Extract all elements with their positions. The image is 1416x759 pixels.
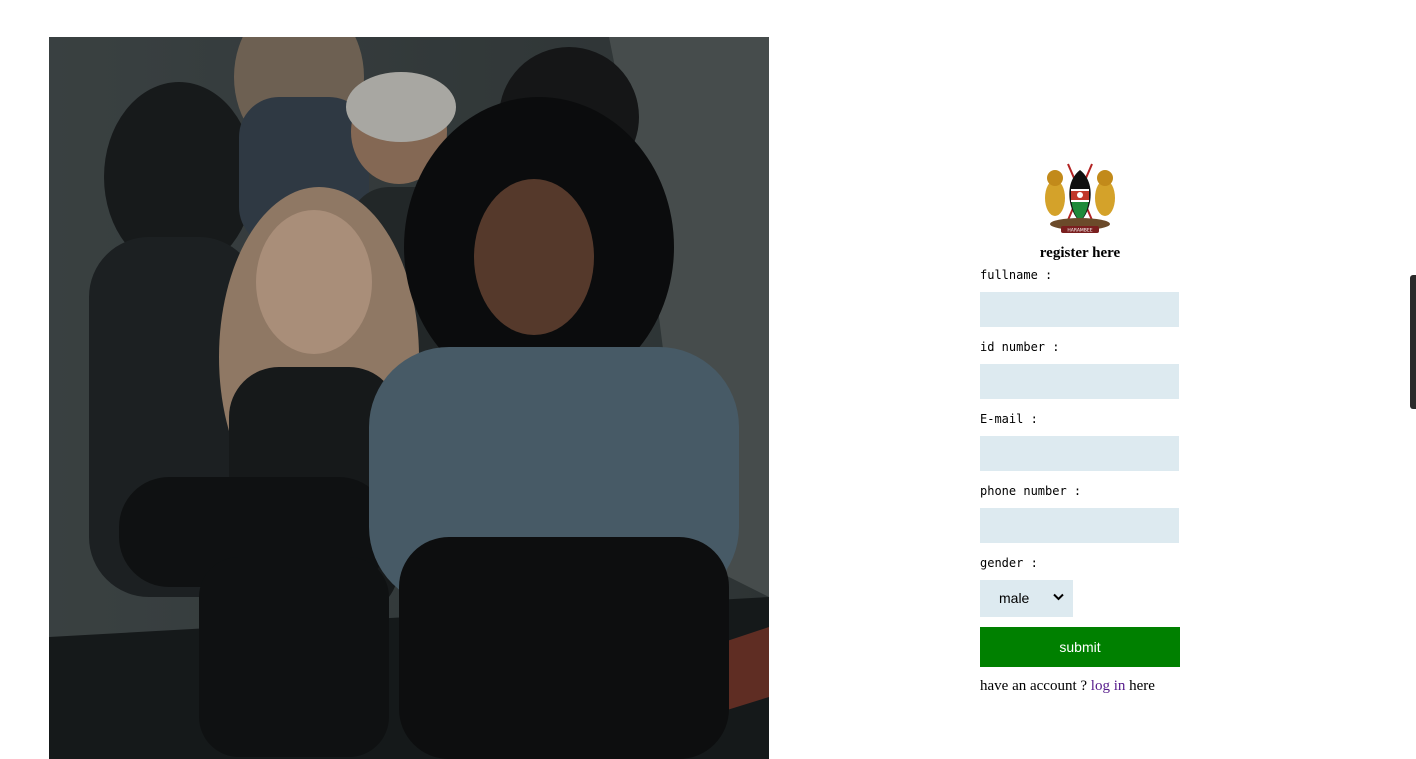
gender-label: gender : bbox=[980, 556, 1038, 570]
email-input[interactable] bbox=[980, 436, 1179, 471]
emblem-motto: HARAMBEE bbox=[1067, 228, 1092, 234]
login-prompt-suffix: here bbox=[1125, 678, 1155, 694]
form-title: register here bbox=[1039, 245, 1121, 261]
hero-photo-illustration bbox=[49, 37, 769, 759]
gender-select[interactable]: male bbox=[980, 580, 1073, 617]
fullname-label: fullname : bbox=[980, 268, 1053, 282]
gender-selected-value: male bbox=[999, 590, 1030, 606]
phone-number-input[interactable] bbox=[980, 508, 1179, 543]
login-link[interactable]: log in bbox=[1091, 678, 1126, 694]
fullname-input[interactable] bbox=[980, 292, 1179, 327]
id-number-label: id number : bbox=[980, 340, 1060, 354]
login-prompt: have an account ? log in here bbox=[980, 678, 1180, 695]
side-feedback-tab[interactable] bbox=[1410, 275, 1416, 409]
id-number-input[interactable] bbox=[980, 364, 1179, 399]
hero-photo bbox=[49, 37, 769, 759]
chevron-down-icon bbox=[1053, 593, 1064, 601]
email-label: E-mail : bbox=[980, 412, 1038, 426]
submit-button[interactable]: submit bbox=[980, 627, 1180, 667]
login-prompt-prefix: have an account ? bbox=[980, 678, 1091, 694]
coat-of-arms-logo: HARAMBEE bbox=[1045, 163, 1115, 234]
registration-form: HARAMBEE register here fullname : id num… bbox=[980, 160, 1180, 695]
phone-number-label: phone number : bbox=[980, 484, 1082, 498]
